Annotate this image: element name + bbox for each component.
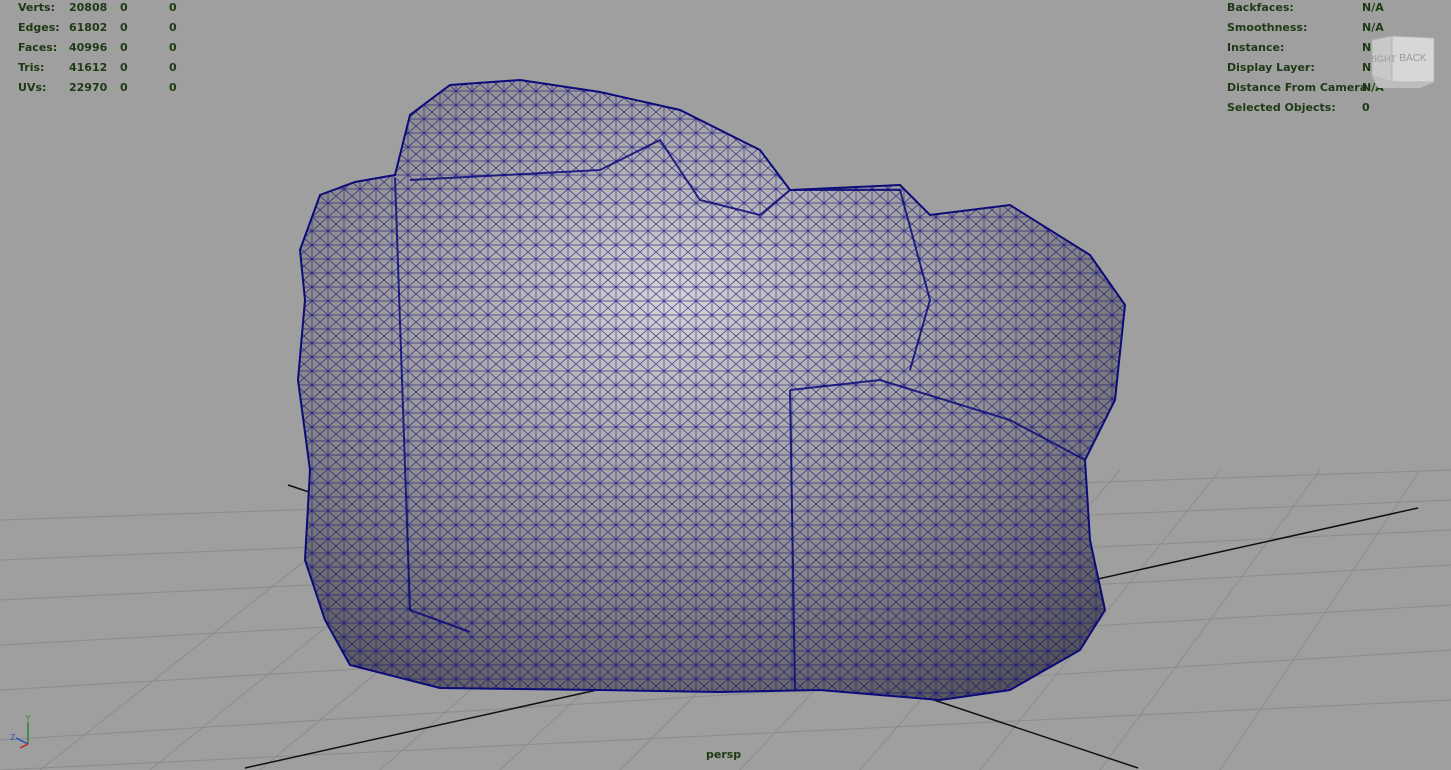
stat-value-selected-2: 0 bbox=[169, 61, 177, 74]
stat-label: Tris: bbox=[18, 61, 45, 74]
stat-value-selected-2: 0 bbox=[169, 1, 177, 14]
stat-value-selected: 0 bbox=[120, 21, 128, 34]
view-cube-right-label: RIGHT bbox=[1370, 54, 1397, 64]
camera-name-label: persp bbox=[706, 748, 742, 761]
stat-label: Edges: bbox=[18, 21, 60, 34]
stat-value-selected: 0 bbox=[120, 61, 128, 74]
z-axis-label: Z bbox=[11, 733, 16, 742]
y-axis-label: Y bbox=[25, 714, 31, 723]
info-value: N/A bbox=[1362, 1, 1384, 14]
stat-label: Verts: bbox=[18, 1, 56, 14]
stat-value-selected: 0 bbox=[120, 1, 128, 14]
stat-value-selected-2: 0 bbox=[169, 21, 177, 34]
stat-value: 22970 bbox=[69, 81, 108, 94]
stat-value-selected: 0 bbox=[120, 41, 128, 54]
stat-value-selected-2: 0 bbox=[169, 81, 177, 94]
rock-mesh[interactable] bbox=[296, 78, 1127, 702]
view-cube[interactable]: RIGHT BACK bbox=[1370, 32, 1436, 88]
stat-label: UVs: bbox=[18, 81, 47, 94]
axis-gizmo: Y Z bbox=[11, 714, 31, 749]
info-label: Backfaces: bbox=[1227, 1, 1294, 14]
z-axis-line bbox=[15, 737, 29, 745]
stat-value: 41612 bbox=[69, 61, 108, 74]
stat-value: 20808 bbox=[69, 1, 108, 14]
info-label: Distance From Camera: bbox=[1227, 81, 1372, 94]
maya-perspective-viewport[interactable]: Verts: 20808 0 0 Edges: 61802 0 0 Faces:… bbox=[0, 0, 1451, 770]
stat-value-selected: 0 bbox=[120, 81, 128, 94]
info-label: Selected Objects: bbox=[1227, 101, 1336, 114]
view-cube-back-label: BACK bbox=[1399, 53, 1427, 64]
stat-value: 40996 bbox=[69, 41, 108, 54]
stat-value: 61802 bbox=[69, 21, 108, 34]
stat-value-selected-2: 0 bbox=[169, 41, 177, 54]
info-label: Instance: bbox=[1227, 41, 1285, 54]
info-label: Display Layer: bbox=[1227, 61, 1315, 74]
info-label: Smoothness: bbox=[1227, 21, 1308, 34]
info-value: 0 bbox=[1362, 101, 1370, 114]
x-axis-line bbox=[19, 743, 29, 749]
stat-label: Faces: bbox=[18, 41, 58, 54]
